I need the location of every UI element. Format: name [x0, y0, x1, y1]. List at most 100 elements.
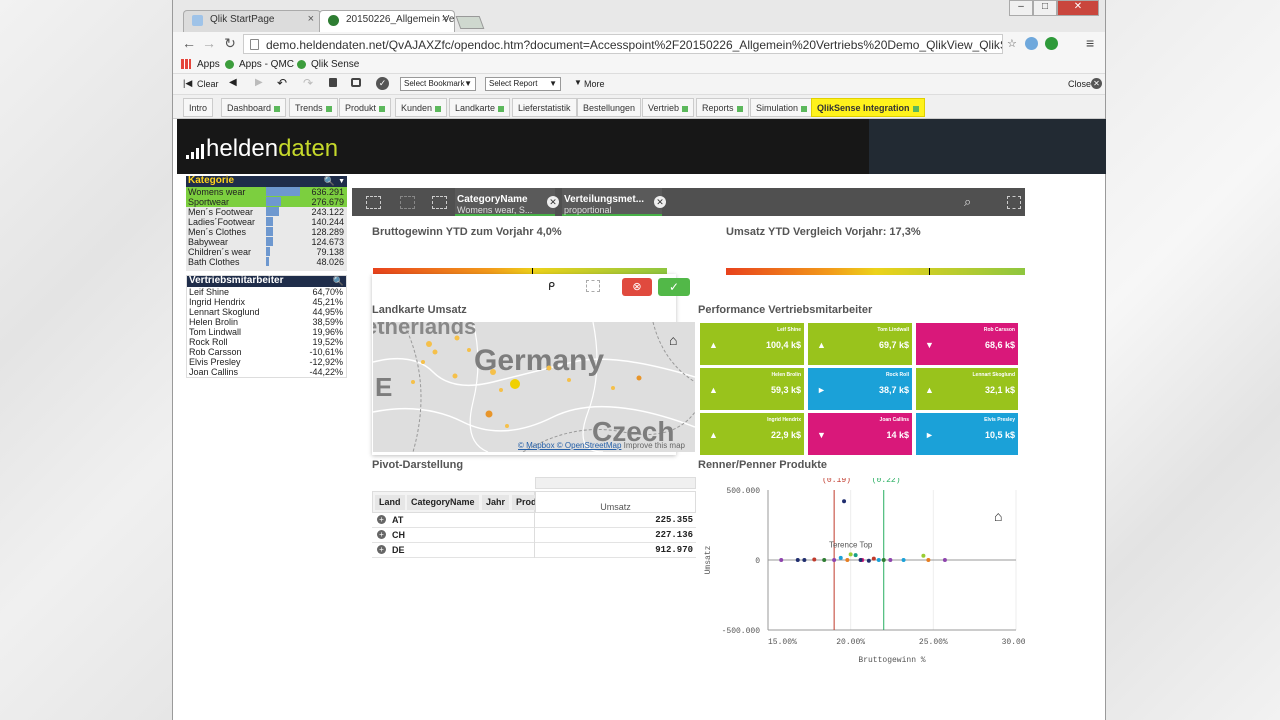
redo-icon[interactable]: ↷ [303, 76, 313, 90]
search-icon[interactable]: ⌕ [964, 194, 971, 210]
close-tab-icon[interactable]: × [442, 13, 448, 25]
bookmark-select[interactable]: Select Bookmark ▼ [400, 77, 476, 91]
new-tab-button[interactable] [455, 16, 485, 29]
performance-tile[interactable]: Rob Carsson 68,6 k$ ▼ [916, 323, 1018, 365]
list-item[interactable]: Rock Roll 19,52% [187, 337, 346, 347]
forward-selection-icon[interactable]: ▶ [255, 77, 263, 88]
lock-icon[interactable] [329, 78, 337, 87]
check-icon[interactable]: ✓ [376, 77, 389, 90]
list-item[interactable]: Rob Carsson -10,61% [187, 347, 346, 357]
bookmark-qlik-sense[interactable]: Qlik Sense [311, 59, 359, 70]
list-item[interactable]: Helen Brolin 38,59% [187, 317, 346, 327]
search-icon[interactable]: 🔍 [324, 176, 335, 186]
performance-tile[interactable]: Joan Callins 14 k$ ▼ [808, 413, 912, 455]
sheet-tab-lieferstatistik[interactable]: Lieferstatistik [512, 98, 577, 117]
home-icon[interactable]: ⌂ [669, 332, 677, 348]
sheet-tab-qliksense-integration[interactable]: QlikSense Integration [811, 98, 925, 117]
clear-button[interactable]: Clear [197, 79, 219, 89]
list-item[interactable]: Children´s wear 79.138 [186, 247, 347, 257]
clear-selections-icon[interactable] [432, 196, 447, 209]
list-item[interactable]: Babywear 124.673 [186, 237, 347, 247]
report-select[interactable]: Select Report ▼ [485, 77, 561, 91]
list-item[interactable]: Ladies´Footwear 140.244 [186, 217, 347, 227]
expand-icon[interactable]: + [377, 530, 386, 539]
performance-tile[interactable]: Rock Roll 38,7 k$ ► [808, 368, 912, 410]
search-icon[interactable]: 🔍 [333, 276, 344, 286]
selections-forward-icon[interactable] [400, 196, 415, 209]
sheet-tab-intro[interactable]: Intro [183, 98, 214, 117]
list-item[interactable]: Joan Callins -44,22% [187, 367, 346, 377]
back-icon[interactable]: ← [181, 36, 197, 52]
list-item[interactable]: Men´s Clothes 128.289 [186, 227, 347, 237]
list-item[interactable]: Leif Shine 64,70% [187, 287, 346, 297]
browser-tab-vertrieb[interactable]: 20150226_Allgemein Vertri × [319, 10, 455, 32]
pivot-col-jahr[interactable]: Jahr [482, 495, 510, 510]
menu-icon[interactable]: ≡ [1086, 35, 1094, 51]
maximize-button[interactable]: □ [1033, 0, 1057, 16]
performance-tile[interactable]: Lennart Skoglund 32,1 k$ ▲ [916, 368, 1018, 410]
chevron-down-icon[interactable]: ▼ [338, 177, 345, 187]
map-canvas[interactable]: etherlands Germany Czech E ⌂ © Mapbox © … [373, 322, 695, 452]
minimize-button[interactable]: – [1009, 0, 1033, 16]
pivot-col-prod[interactable]: Prod [512, 495, 536, 510]
performance-tile[interactable]: Helen Brolin 59,3 k$ ▲ [700, 368, 804, 410]
improve-map-link[interactable]: Improve this map [624, 441, 685, 450]
sheet-tab-trends[interactable]: Trends [289, 98, 338, 117]
sheet-tab-bestellungen[interactable]: Bestellungen [577, 98, 642, 117]
list-item[interactable]: Ingrid Hendrix 45,21% [187, 297, 346, 307]
list-item[interactable]: Lennart Skoglund 44,95% [187, 307, 346, 317]
bookmark-apps-qmc[interactable]: Apps - QMC [239, 59, 294, 70]
mapbox-link[interactable]: © Mapbox © OpenStreetMap [518, 441, 621, 450]
selection-chip-category[interactable]: CategoryName Womens wear, S... ✕ [455, 188, 559, 216]
extension-icon[interactable] [1025, 37, 1038, 50]
sheet-tab-dashboard[interactable]: Dashboard [221, 98, 287, 117]
selections-back-icon[interactable] [366, 196, 381, 209]
list-item[interactable]: Men´s Footwear 243.122 [186, 207, 347, 217]
sheet-tab-vertrieb[interactable]: Vertrieb [642, 98, 695, 117]
window-close-button[interactable]: ✕ [1057, 0, 1099, 16]
page-info-icon[interactable] [250, 39, 259, 50]
more-button[interactable]: More [584, 79, 605, 89]
sheet-tab-simulation[interactable]: Simulation [750, 98, 814, 117]
expand-icon[interactable]: + [377, 545, 386, 554]
sheet-tab-reports[interactable]: Reports [696, 98, 749, 117]
clear-icon[interactable]: |◀ [183, 78, 192, 89]
bookmark-apps[interactable]: Apps [197, 59, 220, 70]
sheet-tab-landkarte[interactable]: Landkarte [449, 98, 511, 117]
close-document-button[interactable]: Close [1068, 79, 1091, 89]
url-field[interactable]: demo.heldendaten.net/QvAJAXZfc/opendoc.h… [243, 34, 1003, 54]
unlock-icon[interactable] [351, 78, 361, 87]
back-selection-icon[interactable]: ◀ [229, 77, 237, 88]
performance-tile[interactable]: Tom Lindwall 69,7 k$ ▲ [808, 323, 912, 365]
pivot-col-land[interactable]: Land [375, 495, 405, 510]
list-item[interactable]: Tom Lindwall 19,96% [187, 327, 346, 337]
close-icon[interactable]: ✕ [1091, 78, 1102, 89]
cancel-selection-button[interactable]: ⊗ [622, 278, 652, 296]
analytics-icon[interactable] [1045, 37, 1058, 50]
reload-icon[interactable]: ↻ [222, 36, 238, 52]
list-item[interactable]: Womens wear 636.291 [186, 187, 347, 197]
pivot-col-categoryname[interactable]: CategoryName [407, 495, 479, 510]
sheet-tab-kunden[interactable]: Kunden [395, 98, 448, 117]
performance-tile[interactable]: Elvis Presley 10,5 k$ ► [916, 413, 1018, 455]
performance-tile[interactable]: Leif Shine 100,4 k$ ▲ [700, 323, 804, 365]
home-icon[interactable]: ⌂ [994, 508, 1002, 524]
expand-icon[interactable]: + [377, 515, 386, 524]
confirm-selection-button[interactable]: ✓ [658, 278, 690, 296]
list-item[interactable]: Elvis Presley -12,92% [187, 357, 346, 367]
browser-tab-qlik-startpage[interactable]: Qlik StartPage × [183, 10, 321, 32]
bookmark-star-icon[interactable]: ☆ [1007, 37, 1017, 50]
undo-icon[interactable]: ↶ [277, 76, 287, 90]
close-icon[interactable]: ✕ [547, 196, 559, 208]
list-item[interactable]: Bath Clothes 48.026 [186, 257, 347, 267]
list-item[interactable]: Sportwear 276.679 [186, 197, 347, 207]
forward-icon[interactable]: → [201, 36, 217, 52]
close-tab-icon[interactable]: × [308, 13, 314, 25]
select-area-icon[interactable] [586, 280, 600, 292]
selection-chip-verteilung[interactable]: Verteilungsmet... proportional ✕ [562, 188, 666, 216]
performance-tile[interactable]: Ingrid Hendrix 22,9 k$ ▲ [700, 413, 804, 455]
close-icon[interactable]: ✕ [654, 196, 666, 208]
scatter-plot[interactable]: (0.19) (0.22) 500.000 0 -500.000 15.00% 20.00%… [698, 476, 1031, 678]
selections-tool-icon[interactable] [1007, 196, 1021, 209]
sheet-tab-produkt[interactable]: Produkt [339, 98, 392, 117]
